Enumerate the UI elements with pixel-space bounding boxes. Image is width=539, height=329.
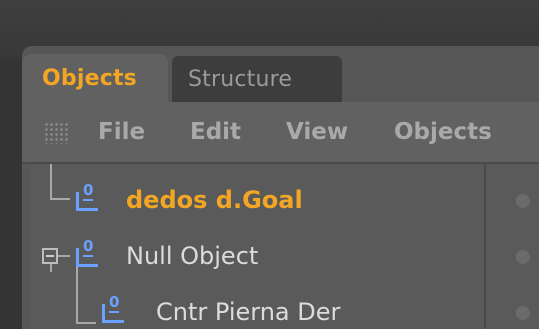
null-object-icon: 0 [70, 182, 98, 214]
object-tree-list: 0 dedos d.Goal 0 Null Object 0 Cntr Pier… [30, 164, 484, 329]
object-tree: 0 dedos d.Goal 0 Null Object 0 Cntr Pier… [30, 164, 539, 329]
tab-objects-label: Objects [42, 65, 137, 91]
tree-connector-line [58, 255, 70, 257]
tab-structure-label: Structure [188, 66, 293, 92]
menu-view[interactable]: View [286, 102, 348, 162]
grip-handle-icon[interactable] [44, 122, 70, 144]
visibility-dot-icon[interactable] [516, 306, 530, 320]
menu-bar: File Edit View Objects [22, 102, 539, 164]
menu-file[interactable]: File [98, 102, 145, 162]
tree-item-label: Null Object [126, 242, 259, 270]
visibility-dot-icon[interactable] [516, 250, 530, 264]
tree-row-null-object[interactable]: 0 Null Object [30, 228, 484, 284]
collapse-toggle-icon[interactable] [42, 248, 58, 264]
app-window: Structure Objects File Edit View Objects [0, 0, 539, 329]
tree-row-dedos-goal[interactable]: 0 dedos d.Goal [30, 172, 484, 228]
tree-item-label: Cntr Pierna Der [156, 298, 341, 326]
object-manager-panel: Structure Objects File Edit View Objects [22, 46, 539, 329]
tab-bar: Structure Objects [22, 46, 539, 102]
menu-edit[interactable]: Edit [190, 102, 241, 162]
menu-objects[interactable]: Objects [394, 102, 492, 162]
tab-objects[interactable]: Objects [22, 54, 168, 102]
tree-item-label: dedos d.Goal [126, 186, 303, 214]
column-divider [484, 164, 486, 329]
tree-row-cntr-pierna-der[interactable]: 0 Cntr Pierna Der [30, 284, 484, 329]
visibility-dot-icon[interactable] [516, 194, 530, 208]
null-object-icon: 0 [96, 294, 124, 326]
tab-structure[interactable]: Structure [172, 56, 342, 102]
null-object-icon: 0 [70, 238, 98, 270]
